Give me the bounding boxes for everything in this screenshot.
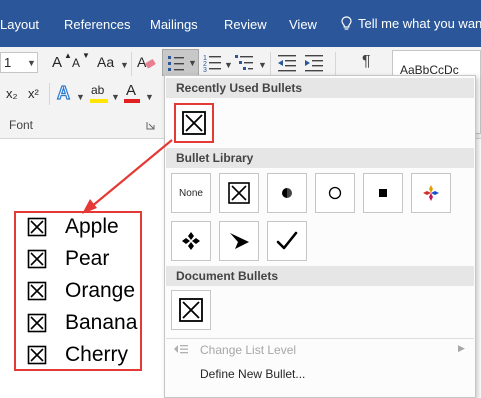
boxed-x-bullet-icon xyxy=(179,298,203,322)
highlight-color-bar xyxy=(90,99,108,103)
separator xyxy=(131,52,132,76)
document-bullets-header: Document Bullets xyxy=(166,266,474,286)
numbering-icon[interactable]: 1 2 3 xyxy=(203,53,223,73)
svg-text:A: A xyxy=(57,83,70,103)
library-bullet-filled-square[interactable] xyxy=(363,173,403,213)
lightbulb-icon xyxy=(341,16,352,30)
font-color-icon: A xyxy=(126,82,137,99)
boxed-x-bullet-icon xyxy=(27,281,47,301)
font-size-value: 1 xyxy=(4,55,12,70)
highlight-icon: ab xyxy=(91,83,105,97)
list-item[interactable]: Cherry xyxy=(27,341,128,369)
library-bullet-four-diamonds[interactable] xyxy=(411,173,451,213)
font-color-button[interactable]: A xyxy=(124,82,142,104)
checkmark-bullet-icon xyxy=(276,231,298,250)
filled-square-bullet-icon xyxy=(379,189,387,197)
subscript-button[interactable]: x₂ xyxy=(6,86,18,101)
menu-separator xyxy=(166,338,474,339)
document-bullet-list: Apple Pear Orange Banana Cherry xyxy=(14,211,142,371)
bullet-library-header: Bullet Library xyxy=(166,148,474,168)
font-size-combo[interactable]: 1 ▼ xyxy=(0,52,38,73)
chevron-down-icon[interactable]: ▼ xyxy=(258,60,267,70)
font-color-bar xyxy=(124,99,140,103)
grow-font-icon[interactable]: A xyxy=(52,54,62,71)
four-diamond-bullet-icon xyxy=(423,185,439,201)
list-item[interactable]: Pear xyxy=(27,245,109,273)
half-filled-circle-bullet-icon xyxy=(282,188,292,198)
hollow-circle-bullet-icon xyxy=(328,186,342,200)
chevron-down-icon[interactable]: ▼ xyxy=(76,92,85,102)
font-group-label: Font xyxy=(9,118,34,132)
text-highlight-button[interactable]: ab xyxy=(90,82,110,104)
svg-text:3: 3 xyxy=(203,67,207,73)
tab-review[interactable]: Review xyxy=(224,17,267,32)
list-item-label: Pear xyxy=(65,247,110,270)
ribbon-tab-bar: Layout References Mailings Review View T… xyxy=(0,0,481,47)
library-bullet-hollow-circle[interactable] xyxy=(315,173,355,213)
list-item-label: Orange xyxy=(65,279,136,302)
separator xyxy=(335,52,336,76)
diamonds-bullet-icon xyxy=(182,232,200,250)
chevron-down-icon[interactable]: ▼ xyxy=(120,60,129,70)
boxed-x-bullet-icon xyxy=(27,313,47,333)
grow-font-caret: ▲ xyxy=(64,51,72,60)
list-item[interactable]: Orange xyxy=(27,277,135,305)
library-bullet-none[interactable]: None xyxy=(171,173,211,213)
tab-mailings[interactable]: Mailings xyxy=(150,17,198,32)
multilevel-list-icon[interactable] xyxy=(235,53,255,73)
dialog-launcher-icon[interactable] xyxy=(146,121,155,130)
none-label: None xyxy=(179,187,203,199)
list-item-label: Banana xyxy=(65,311,138,334)
boxed-x-bullet-icon xyxy=(27,249,47,269)
library-bullet-half-circle[interactable] xyxy=(267,173,307,213)
superscript-button[interactable]: x² xyxy=(28,86,39,101)
arrowhead-bullet-icon xyxy=(230,233,249,249)
shrink-font-icon[interactable]: A xyxy=(72,56,80,70)
define-new-bullet-item[interactable]: Define New Bullet... xyxy=(200,367,305,381)
library-bullet-boxed-x[interactable] xyxy=(219,173,259,213)
tab-view[interactable]: View xyxy=(289,17,317,32)
tell-me-text: Tell me what you want xyxy=(358,16,481,31)
bullets-icon xyxy=(168,56,184,71)
change-case-icon[interactable]: Aa xyxy=(97,54,114,70)
chevron-right-icon: ▶ xyxy=(458,343,465,353)
list-item-label: Cherry xyxy=(65,343,129,366)
chevron-down-icon[interactable]: ▼ xyxy=(27,58,36,68)
list-item[interactable]: Apple xyxy=(27,213,119,241)
chevron-down-icon[interactable]: ▼ xyxy=(224,60,233,70)
chevron-down-icon[interactable]: ▼ xyxy=(145,92,154,102)
list-item[interactable]: Banana xyxy=(27,309,137,337)
change-list-level-item[interactable]: Change List Level xyxy=(200,343,296,357)
boxed-x-bullet-icon xyxy=(27,345,47,365)
boxed-x-bullet-icon xyxy=(182,111,206,135)
recent-bullet-boxed-x[interactable] xyxy=(174,103,214,143)
decrease-indent-icon[interactable] xyxy=(276,53,298,73)
bullets-button[interactable]: ▼ xyxy=(162,49,199,76)
chevron-down-icon[interactable]: ▼ xyxy=(111,92,120,102)
increase-indent-icon[interactable] xyxy=(303,53,325,73)
boxed-x-bullet-icon xyxy=(228,182,250,204)
tell-me-search[interactable]: Tell me what you want xyxy=(341,16,481,31)
bullets-dropdown-menu: Recently Used Bullets Bullet Library Non… xyxy=(164,75,476,398)
tab-layout[interactable]: Layout xyxy=(0,17,39,32)
change-list-level-icon xyxy=(174,345,188,354)
boxed-x-bullet-icon xyxy=(27,217,47,237)
chevron-down-icon[interactable]: ▼ xyxy=(188,58,197,68)
separator xyxy=(270,52,271,76)
svg-text:A: A xyxy=(137,54,147,70)
show-formatting-marks-icon[interactable]: ¶ xyxy=(362,53,371,71)
list-item-label: Apple xyxy=(65,215,119,238)
library-bullet-checkmark[interactable] xyxy=(267,221,307,261)
tab-references[interactable]: References xyxy=(64,17,130,32)
library-bullet-diamonds[interactable] xyxy=(171,221,211,261)
clear-formatting-icon[interactable]: A xyxy=(135,52,157,72)
library-bullet-arrowhead[interactable] xyxy=(219,221,259,261)
shrink-font-caret: ▼ xyxy=(82,51,90,60)
recently-used-bullets-header: Recently Used Bullets xyxy=(166,78,474,98)
text-effects-icon[interactable]: A xyxy=(56,82,74,104)
separator xyxy=(49,83,50,105)
document-bullet-boxed-x[interactable] xyxy=(171,290,211,330)
